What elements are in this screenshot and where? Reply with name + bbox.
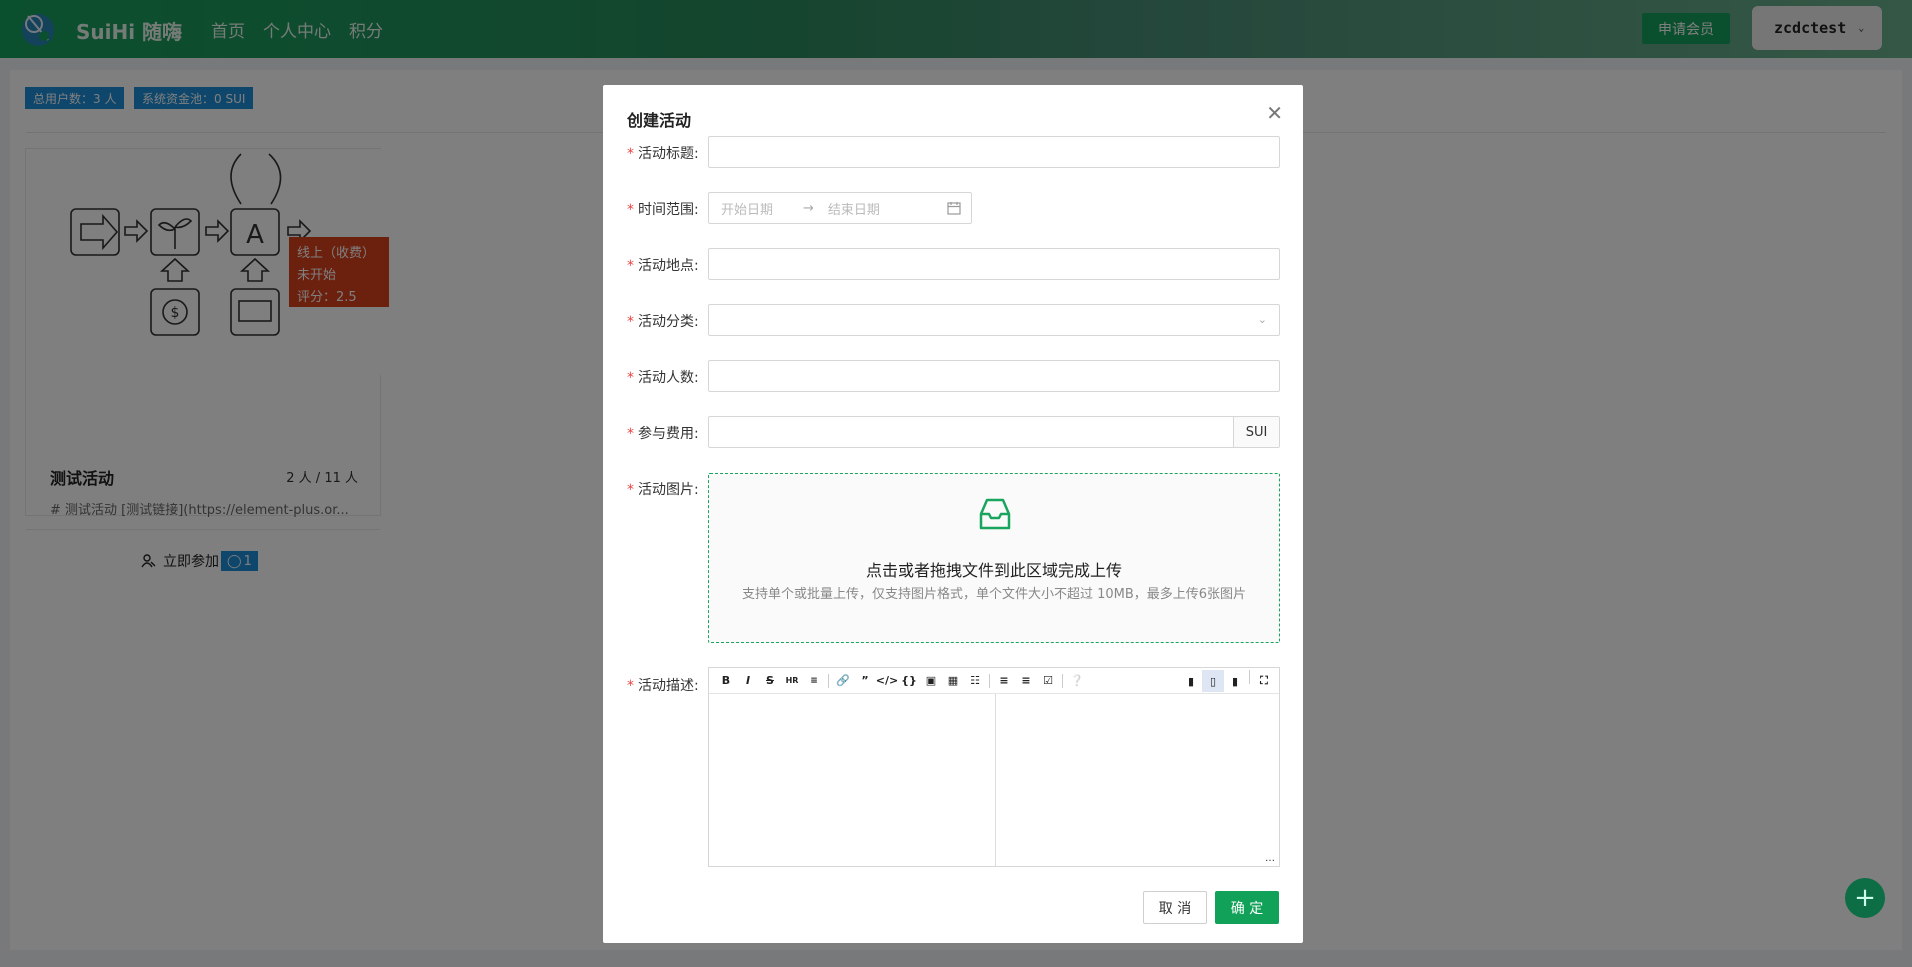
- ordered-list-icon[interactable]: ≡: [1015, 670, 1037, 692]
- arrow-right-icon: →: [803, 200, 814, 216]
- split-view-icon[interactable]: ▯: [1202, 670, 1224, 692]
- time-label: * 时间范围:: [627, 202, 699, 218]
- fee-label: * 参与费用:: [627, 426, 699, 442]
- location-input[interactable]: [708, 248, 1280, 280]
- fee-input[interactable]: SUI: [708, 416, 1280, 448]
- chevron-down-icon: ⌄: [1257, 313, 1267, 326]
- image-label: * 活动图片:: [627, 482, 699, 498]
- table-icon[interactable]: ☷: [964, 670, 986, 692]
- cancel-button[interactable]: 取 消: [1143, 891, 1207, 924]
- upload-hint: 支持单个或批量上传，仅支持图片格式，单个文件大小不超过 10MB，最多上传6张图…: [741, 587, 1247, 602]
- create-activity-dialog: 创建活动 ✕ * 活动标题: * 时间范围: 开始日期 → 结束日期 * 活动地点: …: [603, 85, 1303, 943]
- hr-icon[interactable]: HR: [781, 670, 803, 692]
- editor-pane-divider[interactable]: [995, 694, 996, 866]
- toolbar-divider: [989, 673, 990, 688]
- markdown-editor[interactable]: B I S HR ≡ 🔗 ” </> {} ▣ ▦ ☷ ≡ ≡ ☑ ❔ ▮ ▯ …: [708, 667, 1280, 867]
- view-mode-group: ▮ ▯ ▮ ⛶: [1180, 670, 1275, 692]
- toolbar-divider: [828, 673, 829, 688]
- inbox-icon: [979, 498, 1011, 530]
- bold-icon[interactable]: B: [715, 670, 737, 692]
- embed-icon[interactable]: ▣: [920, 670, 942, 692]
- desc-label: * 活动描述:: [627, 678, 699, 694]
- image-upload-dropzone[interactable]: 点击或者拖拽文件到此区域完成上传 支持单个或批量上传，仅支持图片格式，单个文件大…: [708, 473, 1280, 643]
- start-date-input[interactable]: 开始日期: [721, 199, 773, 218]
- toolbar-divider: [1062, 673, 1063, 688]
- code-icon[interactable]: </>: [876, 670, 898, 692]
- edit-only-icon[interactable]: ▮: [1180, 670, 1202, 692]
- help-icon[interactable]: ❔: [1066, 670, 1088, 692]
- upload-text: 点击或者拖拽文件到此区域完成上传: [865, 561, 1122, 580]
- date-range-picker[interactable]: 开始日期 → 结束日期: [708, 192, 972, 224]
- title-input[interactable]: [708, 136, 1280, 168]
- close-icon[interactable]: ✕: [1266, 101, 1283, 125]
- title-label: * 活动标题:: [627, 146, 699, 162]
- fullscreen-icon[interactable]: ⛶: [1253, 670, 1275, 692]
- editor-toolbar: B I S HR ≡ 🔗 ” </> {} ▣ ▦ ☷ ≡ ≡ ☑ ❔ ▮ ▯ …: [709, 668, 1279, 694]
- category-select[interactable]: ⌄: [708, 304, 1280, 336]
- unordered-list-icon[interactable]: ≡: [993, 670, 1015, 692]
- fee-unit: SUI: [1233, 417, 1279, 447]
- toolbar-divider: [1249, 670, 1250, 684]
- preview-only-icon[interactable]: ▮: [1224, 670, 1246, 692]
- title-icon[interactable]: ≡: [803, 670, 825, 692]
- category-label: * 活动分类:: [627, 314, 699, 330]
- people-input[interactable]: [708, 360, 1280, 392]
- resize-handle-icon[interactable]: …: [1265, 853, 1275, 864]
- quote-icon[interactable]: ”: [854, 670, 876, 692]
- add-activity-fab[interactable]: +: [1845, 878, 1885, 918]
- dialog-title: 创建活动: [627, 111, 692, 130]
- strikethrough-icon[interactable]: S: [759, 670, 781, 692]
- end-date-input[interactable]: 结束日期: [828, 199, 880, 218]
- task-list-icon[interactable]: ☑: [1037, 670, 1059, 692]
- link-icon[interactable]: 🔗: [832, 670, 854, 692]
- calendar-icon: [947, 202, 961, 215]
- italic-icon[interactable]: I: [737, 670, 759, 692]
- image-icon[interactable]: ▦: [942, 670, 964, 692]
- location-label: * 活动地点:: [627, 258, 699, 274]
- code-block-icon[interactable]: {}: [898, 670, 920, 692]
- people-label: * 活动人数:: [627, 370, 699, 386]
- confirm-button[interactable]: 确 定: [1215, 891, 1279, 924]
